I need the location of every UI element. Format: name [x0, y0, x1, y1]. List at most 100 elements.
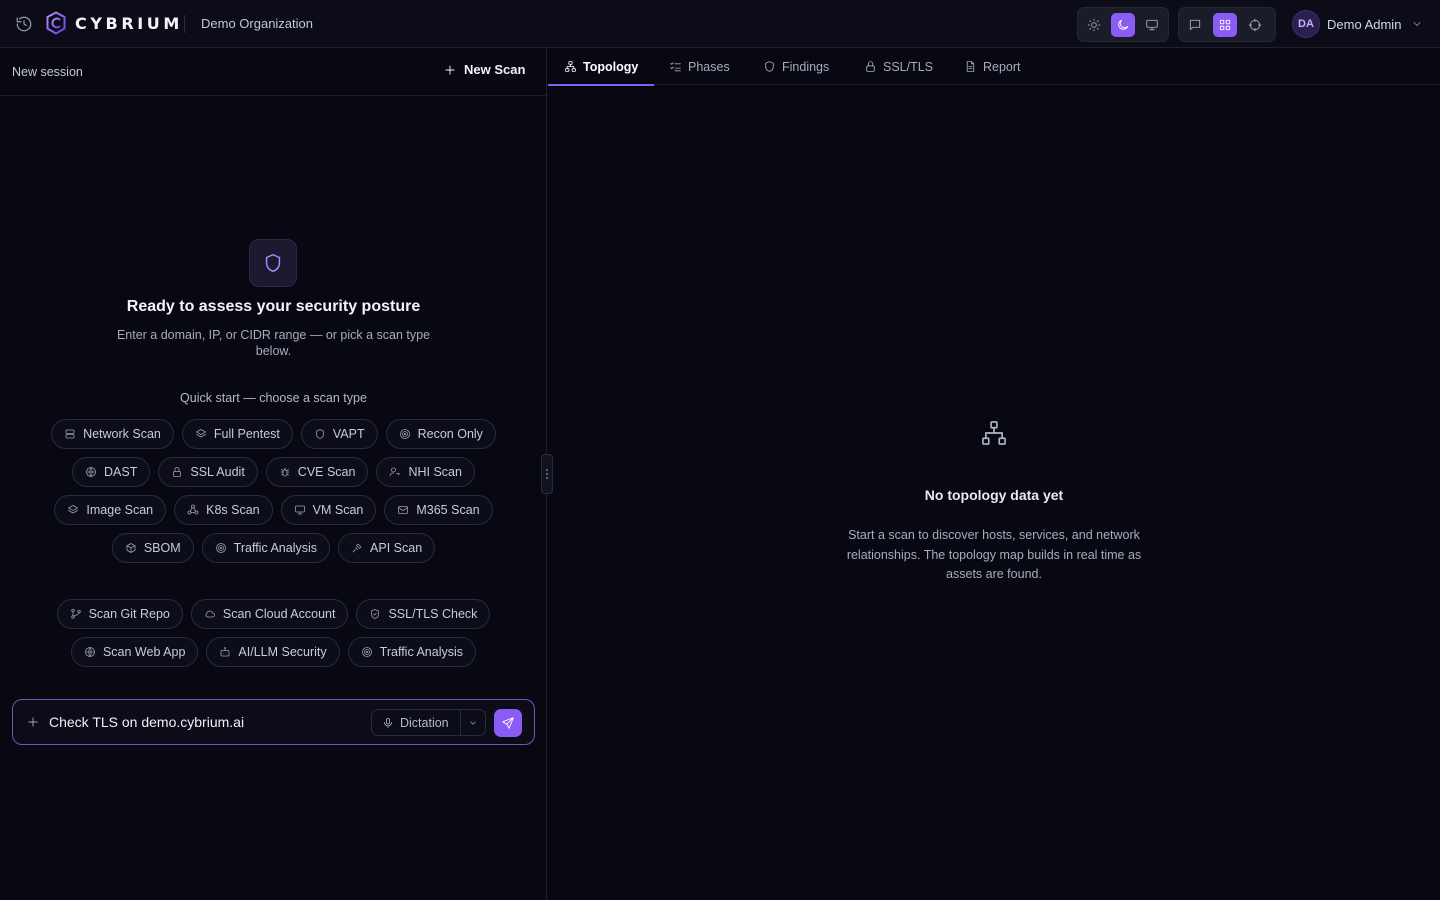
message-composer: Dictation	[12, 699, 535, 745]
scan-type-chip[interactable]: K8s Scan	[174, 495, 273, 525]
send-button[interactable]	[494, 709, 522, 737]
quick-action-row: Scan Web App AI/LLM Security Traffic Ana…	[0, 637, 547, 667]
chat-icon[interactable]	[1183, 13, 1207, 37]
scan-type-chip[interactable]: API Scan	[338, 533, 436, 563]
shield-icon	[315, 429, 324, 439]
scan-type-chip[interactable]: DAST	[72, 457, 151, 487]
tab-label: SSL/TLS	[883, 59, 934, 74]
brand-name: CYBRIUM	[75, 13, 183, 33]
chip-label: SSL Audit	[190, 465, 245, 479]
file-icon	[966, 61, 975, 72]
scan-type-chip[interactable]: SSL Audit	[158, 457, 258, 487]
chip-label: AI/LLM Security	[238, 645, 327, 659]
globe-icon	[86, 467, 96, 477]
bot-icon	[221, 647, 230, 657]
chip-label: Scan Web App	[102, 645, 186, 659]
quick-action-row: Scan Git Repo Scan Cloud Account SSL/TLS…	[0, 599, 547, 629]
globe-icon	[85, 647, 95, 657]
chip-label: Scan Cloud Account	[222, 607, 336, 621]
brand-logo[interactable]: CYBRIUM	[45, 11, 183, 35]
plug-icon	[352, 543, 362, 553]
scan-type-chip[interactable]: NHI Scan	[376, 457, 475, 487]
lock-icon	[866, 61, 875, 72]
session-bar: New session New Scan	[0, 48, 547, 96]
shield-check-icon	[371, 609, 380, 619]
chip-label: CVE Scan	[297, 465, 356, 479]
git-branch-icon	[70, 608, 81, 619]
quick-action-chip[interactable]: AI/LLM Security	[206, 637, 340, 667]
cybrium-logo-icon	[46, 11, 66, 35]
lock-icon	[173, 467, 182, 477]
radar-icon	[399, 429, 410, 439]
organization-name[interactable]: Demo Organization	[201, 16, 313, 31]
scan-type-chip[interactable]: Traffic Analysis	[201, 533, 331, 563]
chip-label: Network Scan	[83, 427, 161, 441]
theme-toggle	[1077, 7, 1169, 42]
monitor-icon[interactable]	[1141, 13, 1164, 37]
chip-label: Image Scan	[86, 503, 154, 517]
tab-phases[interactable]: Phases	[653, 48, 746, 85]
mail-icon	[398, 506, 409, 514]
sun-icon[interactable]	[1082, 13, 1105, 37]
crosshair-icon[interactable]	[1243, 13, 1267, 37]
scan-type-chip[interactable]: Recon Only	[385, 419, 496, 449]
scan-type-chip[interactable]: M365 Scan	[384, 495, 493, 525]
dictation-dropdown[interactable]	[461, 718, 485, 728]
tab-ssl-tls[interactable]: SSL/TLS	[848, 48, 949, 85]
new-scan-label: New Scan	[464, 62, 526, 77]
scan-type-chip[interactable]: SBOM	[111, 533, 194, 563]
chip-label: Traffic Analysis	[379, 645, 464, 659]
topology-icon	[982, 421, 1006, 445]
quick-action-chip[interactable]: Scan Git Repo	[56, 599, 183, 629]
scan-type-row: SBOM Traffic Analysis API Scan	[0, 533, 547, 563]
avatar: DA	[1292, 10, 1320, 38]
scan-type-chip[interactable]: VAPT	[300, 419, 378, 449]
empty-state-title: No topology data yet	[924, 487, 1064, 503]
dictation-label: Dictation	[400, 715, 449, 730]
results-tabs: Topology Phases Findings SSL/TLS Report	[548, 48, 1440, 86]
tab-topology[interactable]: Topology	[548, 48, 655, 86]
scan-type-row: DAST SSL Audit CVE Scan NHI Scan	[0, 457, 547, 487]
cloud-icon	[205, 610, 215, 618]
view-toggle	[1178, 7, 1276, 42]
scan-type-chip[interactable]: Image Scan	[54, 495, 167, 525]
microphone-icon	[384, 717, 392, 728]
tab-findings[interactable]: Findings	[747, 48, 845, 85]
chip-label: SBOM	[143, 541, 181, 555]
chat-panel: New session New Scan Ready to assess you…	[0, 48, 547, 900]
scan-type-chip[interactable]: CVE Scan	[265, 457, 369, 487]
quick-action-chip[interactable]: SSL/TLS Check	[356, 599, 491, 629]
server-icon	[65, 429, 75, 439]
layers-icon	[68, 505, 79, 514]
moon-icon[interactable]	[1111, 12, 1135, 37]
hero-title: Ready to assess your security posture	[126, 298, 421, 315]
new-scan-button[interactable]: New Scan	[443, 62, 525, 77]
user-name: Demo Admin	[1327, 16, 1402, 32]
layers-icon	[195, 429, 206, 438]
send-icon	[502, 717, 514, 729]
quick-action-chip[interactable]: Scan Cloud Account	[190, 599, 349, 629]
user-menu[interactable]: DA Demo Admin	[1292, 10, 1423, 38]
grid-icon[interactable]	[1213, 12, 1237, 37]
quick-action-chip[interactable]: Scan Web App	[70, 637, 199, 667]
chip-label: Recon Only	[417, 427, 483, 441]
scan-type-chip[interactable]: VM Scan	[280, 495, 377, 525]
quick-start-title: Quick start — choose a scan type	[180, 391, 367, 405]
dictation-button[interactable]: Dictation	[372, 710, 460, 735]
monitor-icon	[294, 505, 305, 515]
message-input[interactable]	[49, 712, 359, 732]
plus-icon[interactable]	[26, 715, 40, 729]
scan-type-chip[interactable]: Network Scan	[51, 419, 174, 449]
tab-label: Report	[983, 59, 1021, 74]
history-icon[interactable]	[15, 15, 33, 33]
scan-type-chip[interactable]: Full Pentest	[181, 419, 293, 449]
chip-label: API Scan	[370, 541, 423, 555]
radar-icon	[215, 543, 226, 553]
quick-action-chip[interactable]: Traffic Analysis	[347, 637, 477, 667]
chip-label: DAST	[104, 465, 138, 479]
chip-label: NHI Scan	[408, 465, 462, 479]
tab-report[interactable]: Report	[948, 48, 1037, 85]
shield-icon	[765, 61, 774, 72]
dictation-control: Dictation	[371, 709, 486, 736]
tab-label: Topology	[583, 59, 639, 74]
